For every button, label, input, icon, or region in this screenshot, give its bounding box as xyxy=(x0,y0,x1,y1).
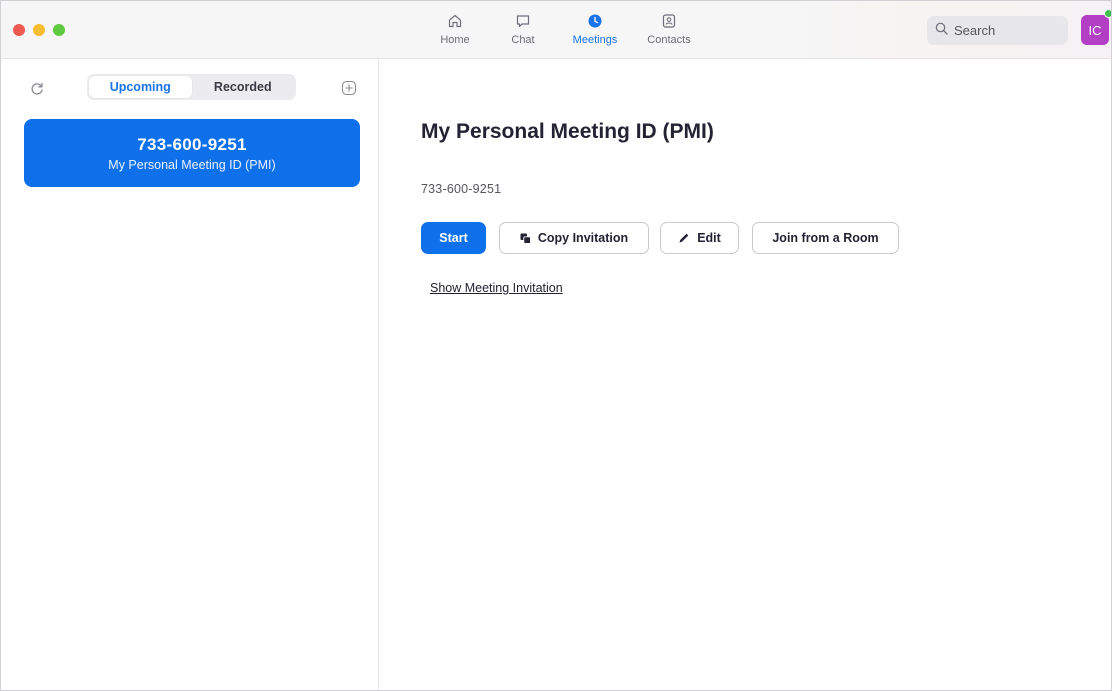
meeting-list-item-name: My Personal Meeting ID (PMI) xyxy=(108,157,276,172)
presence-indicator xyxy=(1104,9,1111,18)
search-label: Search xyxy=(954,23,996,38)
meeting-list-item[interactable]: 733-600-9251 My Personal Meeting ID (PMI… xyxy=(24,119,360,187)
page-title: My Personal Meeting ID (PMI) xyxy=(421,120,714,143)
app-window: Home Chat Meetings Contacts Search IC Up… xyxy=(0,0,1112,691)
window-controls xyxy=(13,24,65,36)
minimize-window-button[interactable] xyxy=(33,24,45,36)
copy-icon xyxy=(520,233,531,244)
tab-home[interactable]: Home xyxy=(426,11,484,51)
contacts-icon xyxy=(661,11,677,31)
start-button-label: Start xyxy=(439,231,468,245)
show-meeting-invitation-link[interactable]: Show Meeting Invitation xyxy=(430,281,563,295)
meetings-sidebar: Upcoming Recorded 733-600-9251 My Person… xyxy=(1,59,379,690)
plus-icon xyxy=(341,80,357,100)
close-window-button[interactable] xyxy=(13,24,25,36)
tab-meetings[interactable]: Meetings xyxy=(562,11,628,51)
add-meeting-button[interactable] xyxy=(341,80,357,96)
avatar-initials: IC xyxy=(1088,22,1102,38)
copy-invitation-button[interactable]: Copy Invitation xyxy=(499,222,649,254)
tab-contacts-label: Contacts xyxy=(647,34,691,46)
meeting-list-item-id: 733-600-9251 xyxy=(137,134,247,154)
refresh-button[interactable] xyxy=(29,81,45,97)
tab-contacts[interactable]: Contacts xyxy=(628,11,710,51)
join-from-room-button[interactable]: Join from a Room xyxy=(752,222,899,254)
zoom-window-button[interactable] xyxy=(53,24,65,36)
meeting-detail-panel: My Personal Meeting ID (PMI) 733-600-925… xyxy=(380,59,1111,690)
avatar[interactable]: IC xyxy=(1081,15,1109,45)
meeting-filter-segmented-control: Upcoming Recorded xyxy=(87,74,296,100)
chat-icon xyxy=(515,11,531,31)
join-from-room-label: Join from a Room xyxy=(772,231,879,245)
edit-button[interactable]: Edit xyxy=(660,222,739,254)
search-box[interactable]: Search xyxy=(927,16,1068,45)
home-icon xyxy=(447,11,463,31)
search-icon xyxy=(935,22,948,40)
tab-meetings-label: Meetings xyxy=(572,34,618,46)
tab-chat-label: Chat xyxy=(511,34,535,46)
pencil-icon xyxy=(678,232,690,244)
tab-home-label: Home xyxy=(440,34,470,46)
clock-icon xyxy=(587,11,603,31)
refresh-icon xyxy=(29,82,45,101)
segment-upcoming[interactable]: Upcoming xyxy=(89,76,192,98)
title-bar: Home Chat Meetings Contacts Search IC xyxy=(1,1,1111,59)
segment-recorded[interactable]: Recorded xyxy=(192,76,295,98)
copy-invitation-label: Copy Invitation xyxy=(537,231,629,245)
edit-button-label: Edit xyxy=(697,231,721,245)
meeting-id-text: 733-600-9251 xyxy=(421,182,502,196)
top-nav: Home Chat Meetings Contacts xyxy=(426,11,710,51)
meeting-actions: Start Copy Invitation Edit Join from a R… xyxy=(421,222,899,254)
start-button[interactable]: Start xyxy=(421,222,486,254)
tab-chat[interactable]: Chat xyxy=(484,11,562,51)
